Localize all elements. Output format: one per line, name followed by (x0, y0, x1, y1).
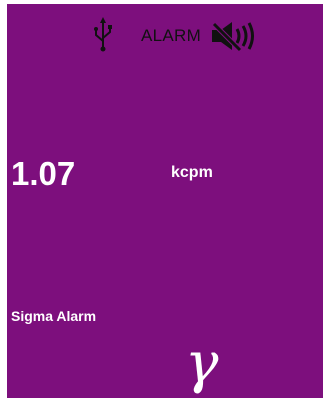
gamma-radiation-symbol: γ (185, 331, 219, 396)
status-bar: ALARM (7, 17, 323, 53)
alarm-status-label: ALARM (141, 26, 202, 45)
usb-icon (94, 17, 112, 52)
count-rate-value: 1.07 (11, 155, 76, 192)
detector-screen: ALARM 1.07 kcpm Sigma Alarm γ (7, 4, 323, 398)
alarm-mode-label: Sigma Alarm (11, 308, 97, 324)
speaker-muted-icon (212, 22, 254, 52)
count-rate-unit: kcpm (171, 164, 213, 181)
